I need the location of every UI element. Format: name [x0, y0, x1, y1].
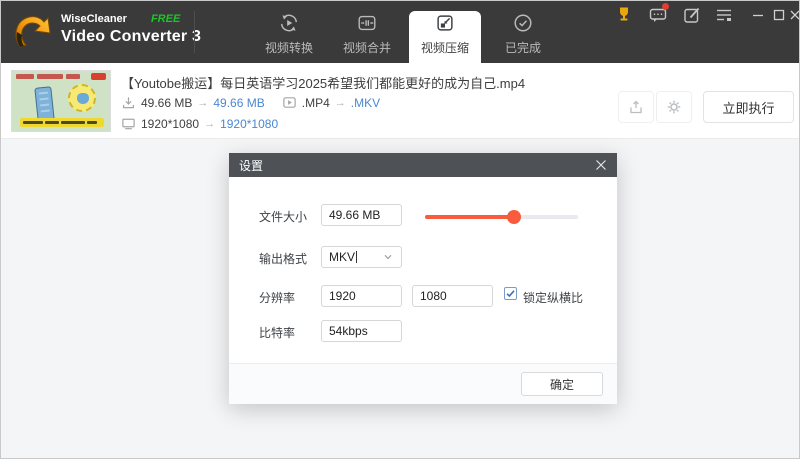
resolution-to: 1920*1080: [220, 116, 279, 131]
brand-company: WiseCleaner: [61, 13, 127, 25]
thumbnail-character: [77, 93, 89, 104]
monitor-icon: [121, 116, 136, 131]
thumbnail-bubble: [68, 84, 96, 112]
resolution-width-input[interactable]: [321, 285, 402, 307]
arrow: →: [334, 96, 346, 109]
arrow: →: [197, 96, 209, 109]
compress-icon: [437, 15, 453, 31]
format-to: .MKV: [350, 95, 381, 110]
brand-text: WiseCleaner FREE Video Converter 3: [61, 13, 201, 46]
edit-note-icon[interactable]: [682, 5, 702, 25]
lock-aspect-checkbox[interactable]: [504, 287, 517, 300]
merge-icon: [358, 15, 376, 31]
main-tabs: 视频转换 视频合并 视频压缩 已完成: [253, 1, 559, 63]
upgrade-trophy-icon[interactable]: [614, 5, 634, 25]
video-thumbnail: [11, 70, 111, 132]
tab-video-compress[interactable]: 视频压缩: [409, 11, 481, 63]
check-circle-icon: [514, 14, 532, 32]
chevron-down-icon: [382, 251, 394, 263]
file-size-label: 文件大小: [259, 210, 308, 224]
file-meta-resolution: 1920*1080 → 1920*1080: [121, 116, 278, 131]
thumbnail-top-text: [16, 74, 96, 79]
product-name: Video Converter 3: [61, 28, 202, 45]
free-badge: FREE: [150, 13, 181, 25]
title-bar: WiseCleaner FREE Video Converter 3 视频转换: [1, 1, 799, 63]
output-format-select[interactable]: MKV: [321, 246, 402, 268]
settings-button[interactable]: [656, 91, 692, 123]
resolution-height-input[interactable]: [412, 285, 493, 307]
output-format-label: 输出格式: [259, 252, 308, 266]
output-format-value: MKV: [329, 250, 356, 264]
check-icon: [506, 290, 515, 298]
output-folder-button[interactable]: [618, 91, 654, 123]
settings-dialog: 设置 文件大小 输出格式 MKV 分辨率: [229, 153, 617, 404]
size-from: 49.66 MB: [141, 95, 193, 110]
task-list-icon[interactable]: [714, 5, 734, 25]
thumbnail-youtube-logo: [91, 73, 106, 80]
bitrate-input[interactable]: [321, 320, 402, 342]
gear-icon: [667, 100, 681, 114]
format-from: .MP4: [301, 95, 330, 110]
thumbnail-banner: [20, 118, 104, 127]
dialog-header: 设置: [229, 153, 617, 177]
tab-label: 已完成: [504, 41, 541, 55]
execute-now-button[interactable]: 立即执行: [703, 91, 794, 123]
file-list-row: 【Youtobe搬运】每日英语学习2025希望我们都能更好的成为自己.mp4 4…: [1, 63, 799, 139]
archive-up-icon: [630, 100, 642, 114]
size-to: 49.66 MB: [213, 95, 265, 110]
file-size-input[interactable]: [321, 204, 402, 226]
convert-icon: [280, 14, 298, 32]
tab-label: 视频压缩: [420, 41, 469, 55]
dialog-footer: 确定: [229, 363, 617, 404]
lock-aspect-label: 锁定纵横比: [523, 291, 584, 305]
resolution-label: 分辨率: [259, 291, 296, 305]
tab-video-convert[interactable]: 视频转换: [253, 1, 325, 63]
app-window: WiseCleaner FREE Video Converter 3 视频转换: [0, 0, 800, 459]
app-logo-icon: [15, 16, 51, 48]
tab-label: 视频合并: [342, 41, 391, 55]
slider-thumb[interactable]: [506, 210, 521, 224]
bitrate-label: 比特率: [259, 326, 296, 340]
minimize-button[interactable]: [749, 6, 767, 24]
dialog-title: 设置: [239, 158, 264, 173]
text-caret: [356, 251, 358, 263]
thumbnail-phone: [34, 86, 55, 122]
resolution-from: 1920*1080: [141, 116, 200, 131]
brand-divider: [194, 11, 195, 53]
ok-button[interactable]: 确定: [521, 372, 603, 396]
close-button[interactable]: [786, 6, 799, 24]
format-play-icon: [282, 95, 297, 110]
slider-fill: [425, 215, 514, 219]
dialog-close-icon[interactable]: [595, 159, 607, 171]
tab-label: 视频转换: [264, 41, 313, 55]
file-size-slider[interactable]: [425, 210, 578, 224]
file-title: 【Youtobe搬运】每日英语学习2025希望我们都能更好的成为自己.mp4: [121, 76, 526, 91]
file-meta-size-format: 49.66 MB → 49.66 MB .MP4 → .MKV: [121, 95, 380, 110]
arrow: →: [204, 117, 216, 130]
tab-video-merge[interactable]: 视频合并: [331, 1, 403, 63]
tab-completed[interactable]: 已完成: [487, 1, 559, 63]
download-size-icon: [121, 95, 136, 110]
notification-dot: [662, 3, 669, 10]
feedback-message-icon[interactable]: [648, 3, 669, 25]
